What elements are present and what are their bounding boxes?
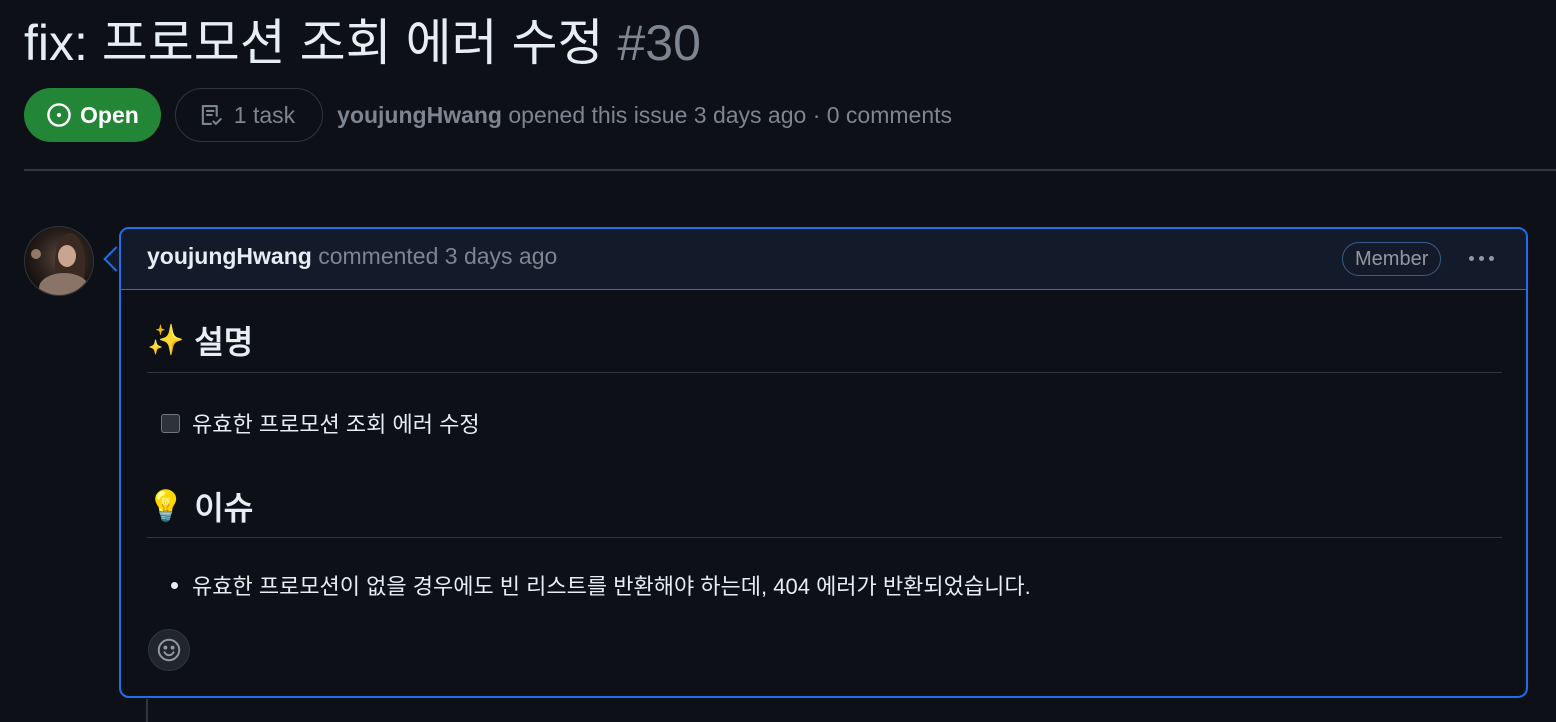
timeline-line <box>146 699 148 722</box>
list-item: 유효한 프로모션이 없을 경우에도 빈 리스트를 반환해야 하는데, 404 에… <box>171 569 1031 601</box>
task-checkbox[interactable] <box>161 413 180 433</box>
add-reaction-button[interactable] <box>148 629 190 671</box>
issue-state-badge: Open <box>24 88 161 142</box>
checklist-icon <box>201 105 222 125</box>
heading-divider <box>147 372 1502 373</box>
avatar[interactable] <box>24 226 94 296</box>
kebab-dot <box>1478 255 1484 261</box>
comment-options-button[interactable] <box>1464 241 1498 275</box>
sparkles-icon: ✨ <box>147 323 185 357</box>
avatar-light <box>31 249 41 259</box>
section-heading-text: 설명 <box>194 324 254 360</box>
issue-opened-text: opened this issue 3 days ago · 0 comment… <box>508 101 953 128</box>
task-list-item: 유효한 프로모션 조회 에러 수정 <box>161 407 480 439</box>
task-count-label: 1 task <box>233 101 296 128</box>
comment-meta: youjungHwang commented 3 days ago <box>147 243 557 270</box>
issue-title-row: fix: 프로모션 조회 에러 수정 #30 <box>24 10 701 76</box>
comment-header: youjungHwang commented 3 days ago Member <box>121 229 1526 290</box>
issue-meta-text: youjungHwang opened this issue 3 days ag… <box>337 102 952 129</box>
comment-author-link[interactable]: youjungHwang <box>147 243 312 269</box>
section-heading-text: 이슈 <box>194 490 254 526</box>
section-heading-description: ✨ 설명 <box>147 317 253 363</box>
issue-opened-icon <box>47 103 71 127</box>
issue-author-link[interactable]: youjungHwang <box>337 102 502 128</box>
avatar-face <box>58 245 76 267</box>
header-divider <box>24 169 1556 171</box>
list-item-text: 유효한 프로모션이 없을 경우에도 빈 리스트를 반환해야 하는데, 404 에… <box>192 574 1031 599</box>
light-bulb-icon: 💡 <box>147 489 185 523</box>
issue-state-label: Open <box>80 101 139 128</box>
member-badge: Member <box>1342 242 1442 276</box>
comment-time[interactable]: commented 3 days ago <box>318 243 557 269</box>
heading-divider <box>147 537 1502 538</box>
issue-number: #30 <box>617 15 701 71</box>
task-count-button[interactable]: 1 task <box>174 88 324 142</box>
issue-page: fix: 프로모션 조회 에러 수정 #30 Open 1 task youjun… <box>0 0 1556 722</box>
task-text: 유효한 프로모션 조회 에러 수정 <box>192 412 480 437</box>
avatar-shoulder <box>39 273 89 295</box>
comment-box: youjungHwang commented 3 days ago Member… <box>119 227 1528 698</box>
issue-meta-row: Open 1 task youjungHwang opened this iss… <box>24 88 952 142</box>
bullet-icon <box>171 581 178 589</box>
issue-title: fix: 프로모션 조회 에러 수정 <box>24 15 604 71</box>
kebab-horizontal-icon <box>1468 255 1474 261</box>
kebab-dot <box>1488 255 1494 261</box>
smiley-icon <box>157 638 181 662</box>
section-heading-issue: 💡 이슈 <box>147 483 253 529</box>
